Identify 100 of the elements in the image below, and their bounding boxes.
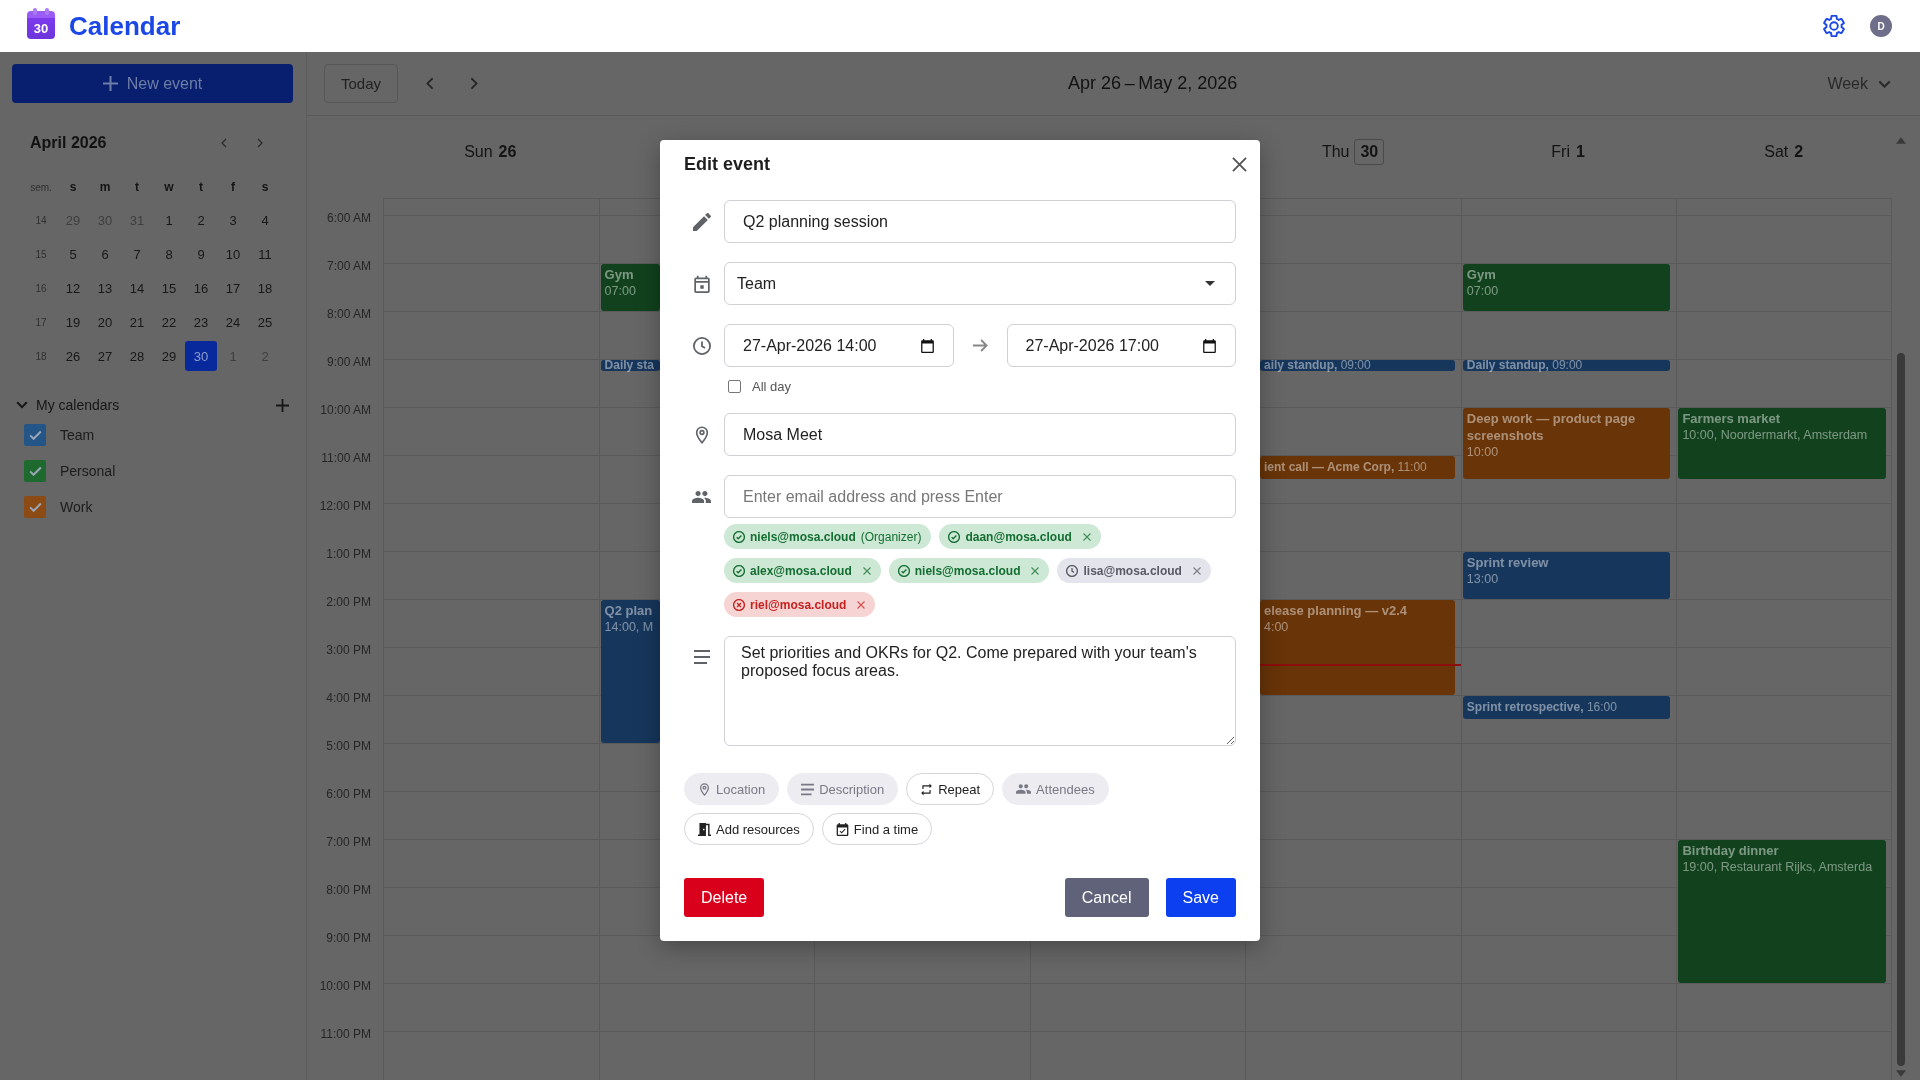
new-event-button[interactable]: New event xyxy=(12,64,293,103)
day-number[interactable]: 1 xyxy=(1575,139,1586,165)
calendar-day[interactable]: 23 xyxy=(185,307,217,337)
calendar-day[interactable]: 24 xyxy=(217,307,249,337)
chevron-down-icon[interactable] xyxy=(16,401,28,409)
calendar-checkbox[interactable] xyxy=(24,424,46,446)
calendar-day[interactable]: 8 xyxy=(153,239,185,269)
location-field[interactable]: Mosa Meet xyxy=(724,413,1236,456)
pencil-icon xyxy=(693,212,711,231)
calendar-event[interactable]: Sprint review 13:00 xyxy=(1462,552,1671,599)
calendar-day[interactable]: 27 xyxy=(89,341,121,371)
user-avatar[interactable]: D xyxy=(1870,15,1892,37)
scrollbar-thumb[interactable] xyxy=(1897,353,1905,1066)
calendar-day[interactable]: 4 xyxy=(249,205,281,235)
calendar-day[interactable]: 30 xyxy=(185,341,217,371)
calendar-checkbox[interactable] xyxy=(24,460,46,482)
calendar-day[interactable]: 14 xyxy=(121,273,153,303)
calendar-day[interactable]: 3 xyxy=(217,205,249,235)
calendar-day[interactable]: 28 xyxy=(121,341,153,371)
remove-icon[interactable] xyxy=(862,566,871,575)
scroll-down-icon[interactable] xyxy=(1896,1070,1906,1077)
calendar-day[interactable]: 22 xyxy=(153,307,185,337)
calendar-day[interactable]: 6 xyxy=(89,239,121,269)
calendar-event[interactable]: Sprint retrospective, 16:00 xyxy=(1462,696,1671,719)
option-button[interactable]: Add resources xyxy=(684,813,814,845)
close-icon[interactable] xyxy=(1232,156,1247,172)
calendar-checkbox[interactable] xyxy=(24,496,46,518)
calendar-day[interactable]: 9 xyxy=(185,239,217,269)
chevron-left-icon[interactable] xyxy=(221,138,227,148)
attendee-email-field[interactable]: Enter email address and press Enter xyxy=(724,475,1236,518)
app-title: Calendar xyxy=(69,10,181,42)
scroll-up-icon[interactable] xyxy=(1896,137,1906,144)
attendee-email: riel@mosa.cloud xyxy=(750,597,847,612)
calendar-day[interactable]: 25 xyxy=(249,307,281,337)
cancel-button[interactable]: Cancel xyxy=(1064,878,1149,917)
calendar-event[interactable]: elease planning — v2.4 4:00 xyxy=(1260,600,1455,695)
view-selector[interactable]: Week xyxy=(1827,74,1891,93)
description-field[interactable]: Set priorities and OKRs for Q2. Come prepared with your team's proposed focus areas. xyxy=(724,636,1236,746)
calendar-event[interactable]: ient call — Acme Corp, 11:00 xyxy=(1260,456,1455,479)
calendar-day[interactable]: 20 xyxy=(89,307,121,337)
settings-icon[interactable] xyxy=(1823,15,1845,37)
calendar-day[interactable]: 12 xyxy=(57,273,89,303)
day-number[interactable]: 30 xyxy=(1354,139,1385,165)
calendar-event[interactable]: Gym 07:00 xyxy=(600,264,660,311)
all-day-checkbox[interactable] xyxy=(728,379,741,393)
day-name: Thu xyxy=(1321,142,1350,162)
calendar-event[interactable]: Farmers market 10:00, Noordermarkt, Amsterdam xyxy=(1678,408,1886,479)
clock-icon xyxy=(693,336,711,355)
calendar-day[interactable]: 15 xyxy=(153,273,185,303)
option-button[interactable]: Find a time xyxy=(821,813,933,845)
calendar-name: Personal xyxy=(60,463,116,479)
calendar-event[interactable]: Q2 plan 14:00, M xyxy=(600,600,660,743)
remove-icon[interactable] xyxy=(1082,532,1091,541)
end-date-field[interactable]: 27-Apr-2026 17:00 xyxy=(1006,324,1236,367)
start-date-field[interactable]: 27-Apr-2026 14:00 xyxy=(724,324,954,367)
calendar-event[interactable]: Daily standup, 09:00 xyxy=(1462,360,1671,371)
calendar-day[interactable]: 7 xyxy=(121,239,153,269)
calendar-day[interactable]: 16 xyxy=(185,273,217,303)
calendar-day[interactable]: 21 xyxy=(121,307,153,337)
calendar-event[interactable]: Deep work — product page screenshots 10:00 xyxy=(1462,408,1671,479)
delete-button[interactable]: Delete xyxy=(684,878,765,917)
calendar-day[interactable]: 10 xyxy=(217,239,249,269)
calendar-event[interactable]: aily standup, 09:00 xyxy=(1260,360,1455,371)
hour-label: 6:00 PM xyxy=(326,787,371,801)
option-button[interactable]: Repeat xyxy=(906,773,995,805)
calendar-select[interactable]: Team xyxy=(724,262,1236,305)
hour-label: 5:00 PM xyxy=(326,739,371,753)
weekday-label: f xyxy=(231,180,235,194)
remove-icon[interactable] xyxy=(1192,566,1201,575)
title-field[interactable]: Q2 planning session xyxy=(724,200,1236,243)
chevron-right-icon[interactable] xyxy=(470,77,479,90)
calendar-event[interactable]: Birthday dinner 19:00, Restaurant Rijks, Amsterda xyxy=(1678,840,1886,983)
calendar-day[interactable]: 13 xyxy=(89,273,121,303)
attendee-email: daan@mosa.cloud xyxy=(965,529,1072,544)
calendar-day[interactable]: 29 xyxy=(153,341,185,371)
calendar-event[interactable]: Daily sta xyxy=(600,360,660,371)
attendee-email: niels@mosa.cloud xyxy=(914,563,1021,578)
calendar-day[interactable]: 5 xyxy=(57,239,89,269)
calendar-day[interactable]: 1 xyxy=(153,205,185,235)
weekday-label: s xyxy=(69,180,77,194)
day-number[interactable]: 2 xyxy=(1793,139,1805,165)
calendar-day[interactable]: 2 xyxy=(185,205,217,235)
calendar-day[interactable]: 17 xyxy=(217,273,249,303)
calendar-day[interactable]: 18 xyxy=(249,273,281,303)
remove-icon[interactable] xyxy=(857,600,866,609)
chevron-right-icon[interactable] xyxy=(257,138,263,148)
calendar-day[interactable]: 19 xyxy=(57,307,89,337)
calendar-icon[interactable] xyxy=(920,338,934,353)
today-button[interactable]: Today xyxy=(324,64,399,103)
calendar-day[interactable]: 11 xyxy=(249,239,281,269)
chevron-left-icon[interactable] xyxy=(426,77,435,90)
save-button[interactable]: Save xyxy=(1165,878,1236,917)
calendar-event[interactable]: Gym 07:00 xyxy=(1462,264,1671,311)
day-number[interactable]: 26 xyxy=(497,139,518,165)
hour-label: 1:00 PM xyxy=(326,547,371,561)
calendar-icon[interactable] xyxy=(1203,338,1216,353)
add-icon[interactable] xyxy=(276,398,289,412)
calendar-day[interactable]: 26 xyxy=(57,341,89,371)
day-name: Sun xyxy=(464,142,493,162)
remove-icon[interactable] xyxy=(1031,566,1040,575)
